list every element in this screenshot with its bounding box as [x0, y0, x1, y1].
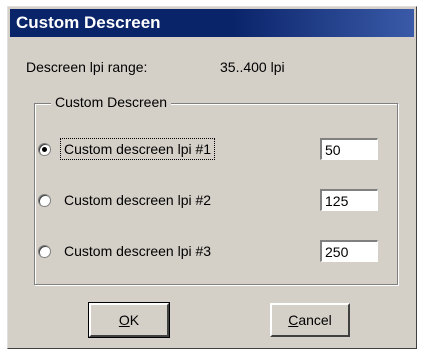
lpi-3-input[interactable] — [320, 240, 378, 262]
radio-button-3[interactable] — [38, 244, 51, 258]
ok-rest: K — [129, 312, 140, 328]
cancel-mnemonic: C — [288, 312, 299, 328]
lpi-1-input[interactable] — [320, 138, 378, 160]
range-value: 35..400 lpi — [220, 59, 285, 75]
window-title: Custom Descreen — [16, 13, 161, 32]
radio-option-1[interactable]: Custom descreen lpi #1 — [38, 136, 216, 162]
radio-button-1[interactable] — [38, 142, 51, 156]
radio-option-3[interactable]: Custom descreen lpi #3 — [38, 238, 214, 264]
title-bar[interactable]: Custom Descreen — [10, 9, 414, 37]
radio-label-2[interactable]: Custom descreen lpi #2 — [61, 190, 214, 210]
group-title: Custom Descreen — [51, 94, 172, 110]
ok-mnemonic: O — [118, 312, 130, 328]
radio-label-3[interactable]: Custom descreen lpi #3 — [61, 241, 214, 261]
ok-button[interactable]: OK — [88, 302, 170, 338]
cancel-rest: ancel — [298, 312, 332, 328]
custom-descreen-dialog: Custom Descreen Descreen lpi range: 35..… — [7, 6, 417, 349]
radio-option-2[interactable]: Custom descreen lpi #2 — [38, 187, 214, 213]
radio-label-1[interactable]: Custom descreen lpi #1 — [59, 138, 216, 160]
range-label: Descreen lpi range: — [26, 59, 148, 75]
cancel-button[interactable]: Cancel — [270, 303, 350, 337]
lpi-2-input[interactable] — [320, 189, 378, 211]
radio-button-2[interactable] — [38, 193, 51, 207]
